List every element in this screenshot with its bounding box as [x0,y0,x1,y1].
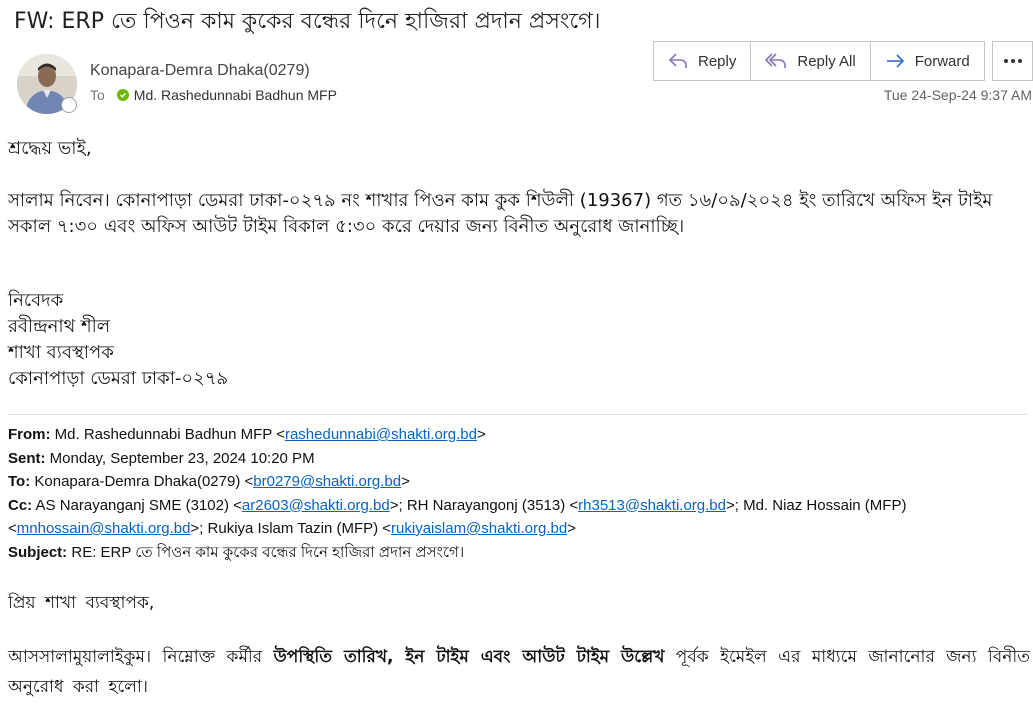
recipient-row: To Md. Rashedunnabi Badhun MFP [90,87,337,103]
signature-line-2: রবীন্দ্রনাথ শীল [8,316,111,337]
from-email-link[interactable]: rashedunnabi@shakti.org.bd [285,426,477,443]
forward-label: Forward [914,52,970,70]
subject-label: Subject: [8,543,68,561]
cc1-email-link[interactable]: ar2603@shakti.org.bd [242,497,390,514]
reply-all-icon [765,53,787,68]
signature-line-4: কোনাপাড়া ডেমরা ঢাকা-০২৭৯ [8,368,229,389]
fwd-msg-bold: উপস্থিতি তারিখ, ইন টাইম এবং আউট টাইম উল্… [273,647,665,667]
forwarded-body: প্রিয় শাখা ব্যবস্থাপক, আসসালামুয়ালাইকু… [8,590,1030,702]
received-date: Tue 24-Sep-24 9:37 AM [883,87,1032,103]
reply-all-label: Reply All [797,52,856,70]
message-actions: Reply Reply All Forward [653,41,985,81]
fwd-greeting: প্রিয় শাখা ব্যবস্থাপক, [8,593,155,613]
presence-status-icon [61,97,77,113]
forward-separator [8,414,1028,415]
forward-icon [886,54,904,68]
from-label: From: [8,426,51,443]
from-name: Md. Rashedunnabi Badhun MFP < [54,426,285,443]
ellipsis-icon [1003,59,1022,63]
cc3-email-link[interactable]: mnhossain@shakti.org.bd [17,520,191,537]
sender-name[interactable]: Konapara-Demra Dhaka(0279) [90,62,310,80]
reply-button[interactable]: Reply [654,42,752,80]
message-body: শ্রদ্ধেয় ভাই, সালাম নিবেন। কোনাপাড়া ডে… [8,136,1030,240]
to-label: To [90,87,105,103]
forward-button[interactable]: Forward [871,42,984,80]
recipient-name[interactable]: Md. Rashedunnabi Badhun MFP [134,87,337,103]
fwd-message-line-2: অনুরোধ করা হলো। [8,677,148,697]
to-row: To: Konapara-Demra Dhaka(0279) <br0279@s… [8,473,410,490]
sent-value: Monday, September 23, 2024 10:20 PM [49,449,315,467]
more-actions-button[interactable] [992,41,1033,81]
reply-all-button[interactable]: Reply All [751,42,871,80]
available-status-icon [116,89,129,101]
to-name: Konapara-Demra Dhaka(0279) < [34,473,254,490]
signature: নিবেদক রবীন্দ্রনাথ শীল শাখা ব্যবস্থাপক ক… [8,288,228,392]
body-line-1: সালাম নিবেন। কোনাপাড়া ডেমরা ঢাকা-০২৭৯ ন… [8,190,993,211]
fwd-msg-start: আসসালামুয়ালাইকুম। নিম্নোক্ত কর্মীর [8,647,263,667]
sent-row: Sent: Monday, September 23, 2024 10:20 P… [8,447,1028,471]
cc3-name: >; Md. Niaz Hossain (MFP) [725,496,907,514]
email-subject: FW: ERP তে পিওন কাম কুকের বন্ধের দিনে হা… [14,9,601,34]
cc4-email-link[interactable]: rukiyaislam@shakti.org.bd [391,520,567,537]
to-email-link[interactable]: br0279@shakti.org.bd [253,473,401,490]
forwarded-header: From: Md. Rashedunnabi Badhun MFP <rashe… [8,423,1028,564]
cc2-email-link[interactable]: rh3513@shakti.org.bd [578,497,726,514]
reply-icon [668,53,687,68]
subject-row: Subject: RE: ERP তে পিওন কাম কুকের বন্ধে… [8,541,1028,565]
from-row: From: Md. Rashedunnabi Badhun MFP <rashe… [8,426,486,443]
subject-value: RE: ERP তে পিওন কাম কুকের বন্ধের দিনে হা… [71,543,465,561]
reply-label: Reply [698,52,737,70]
greeting: শ্রদ্ধেয় ভাই, [8,138,92,159]
cc-label: Cc: [8,496,33,514]
sent-label: Sent: [8,449,46,467]
fwd-msg-end: পূর্বক ইমেইল এর মাধ্যমে জানানোর জন্য বিন… [675,647,1031,667]
body-line-2: সকাল ৭:৩০ এবং অফিস আউট টাইম বিকাল ৫:৩০ ক… [8,216,685,237]
to-label-fwd: To: [8,473,31,490]
cc4-name: >; Rukiya Islam Tazin (MFP) < [190,520,392,537]
cc1-name: AS Narayanganj SME (3102) < [35,496,242,514]
signature-line-3: শাখা ব্যবস্থাপক [8,342,114,363]
cc2-name: >; RH Narayangonj (3513) < [389,496,579,514]
signature-line-1: নিবেদক [8,290,64,311]
cc-row: Cc: AS Narayanganj SME (3102) <ar2603@sh… [8,496,907,538]
fwd-message-line-1: আসসালামুয়ালাইকুম। নিম্নোক্ত কর্মীর উপস্… [8,640,1030,674]
